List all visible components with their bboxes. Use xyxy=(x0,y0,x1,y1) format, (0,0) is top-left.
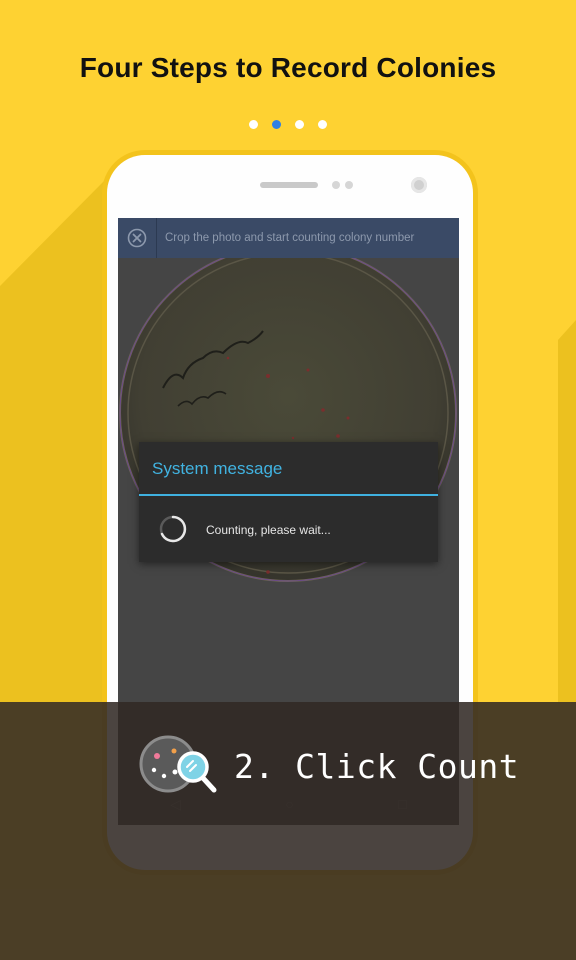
phone-speaker xyxy=(260,182,318,188)
page-dot-2[interactable] xyxy=(272,120,281,129)
crop-hint-text: Crop the photo and start counting colony… xyxy=(165,232,415,244)
step-label: 2. Click Count xyxy=(234,747,520,786)
dialog-divider xyxy=(139,494,438,496)
system-message-dialog: System message Counting, please wait... xyxy=(139,442,438,562)
close-circle-icon xyxy=(127,228,147,248)
count-magnifier-icon xyxy=(139,735,217,793)
page-dot-1[interactable] xyxy=(249,120,258,129)
page-dot-3[interactable] xyxy=(295,120,304,129)
page-title: Four Steps to Record Colonies xyxy=(79,52,497,83)
close-button[interactable] xyxy=(118,218,157,258)
caption-overlay xyxy=(0,702,576,960)
phone-sensor xyxy=(345,181,353,189)
phone-camera xyxy=(411,177,427,193)
phone-sensor xyxy=(332,181,340,189)
dialog-message: Counting, please wait... xyxy=(206,523,331,537)
page-dot-4[interactable] xyxy=(318,120,327,129)
loading-spinner-icon xyxy=(159,515,187,543)
dialog-title: System message xyxy=(152,459,283,478)
page-indicator xyxy=(0,120,576,129)
app-bar: Crop the photo and start counting colony… xyxy=(118,218,459,258)
